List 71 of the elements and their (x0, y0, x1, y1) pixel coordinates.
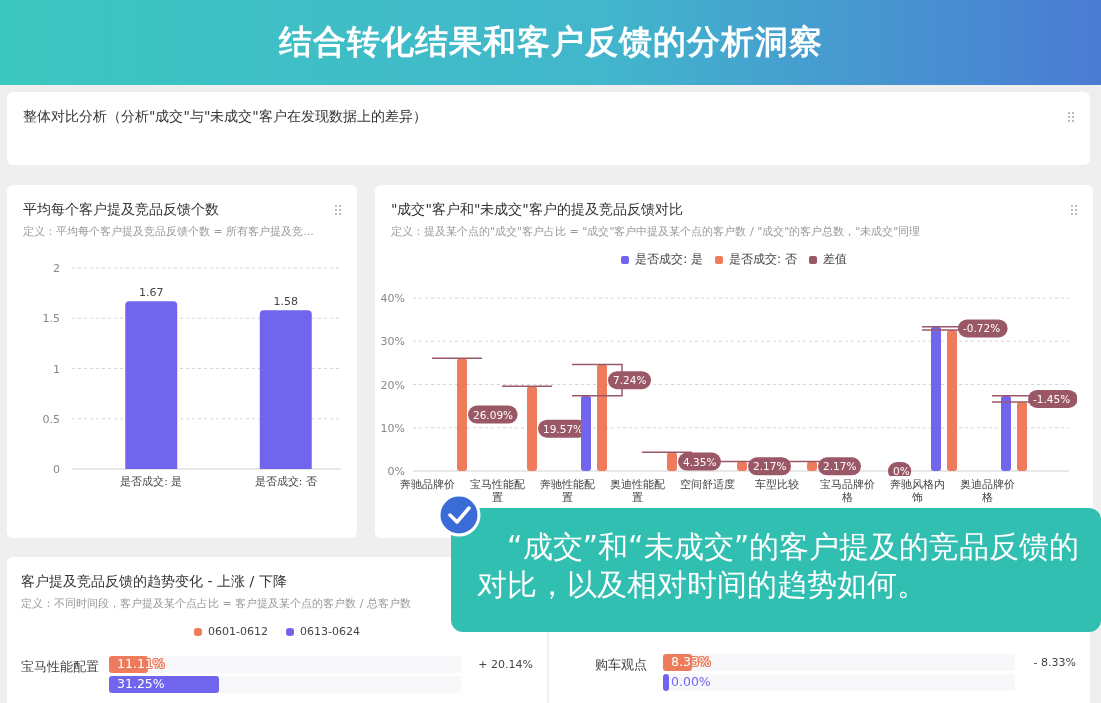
x-axis-label: 奔驰性能配置 (539, 478, 595, 505)
legend-swatch (808, 255, 817, 264)
bar (667, 452, 677, 471)
legend-swatch (715, 255, 723, 264)
drag-handle-icon[interactable] (1071, 205, 1077, 215)
bar-value-label: 1.58 (273, 295, 298, 309)
x-axis-label: 宝马性能配置 (469, 478, 525, 505)
x-axis-label: 车型比较 (755, 478, 799, 491)
difference-label: 26.09% (468, 405, 518, 424)
page-title: 结合转化结果和客户反馈的分析洞察 (278, 21, 823, 63)
difference-bracket (501, 385, 553, 388)
legend-label: 是否成交: 否 (729, 251, 797, 268)
bar (807, 461, 817, 471)
difference-label: -1.45% (1028, 389, 1077, 408)
bar (1017, 402, 1027, 471)
y-axis-label: 2 (53, 262, 60, 275)
legend-swatch (621, 255, 630, 264)
card-title: 整体对比分析（分析"成交"与"未成交"客户在发现数据上的差异） (23, 108, 427, 126)
annotation: 2.17% (823, 460, 857, 473)
drag-handle-icon[interactable] (335, 205, 341, 215)
y-axis-label: 40% (380, 292, 405, 305)
x-axis-label: 空间舒适度 (679, 478, 735, 491)
definition-text: 定义：提及某个点的"成交"客户占比 = "成交"客户中提及某个点的客户数 / "成交"的客户总数，"未成交"同理 (391, 224, 922, 239)
bar (737, 461, 747, 471)
change-value: - 8.33% (1033, 656, 1076, 669)
annotation: 4.35% (683, 455, 717, 468)
card-title: 平均每个客户提及竞品反馈个数 (23, 201, 219, 219)
difference-label: 2.17% (818, 457, 861, 476)
bar-value-label: 1.67 (139, 286, 164, 300)
change-value: + 20.14% (478, 658, 533, 671)
difference-label: -0.72% (958, 319, 1008, 338)
card-title: 客户提及竞品反馈的趋势变化 - 上涨 / 下降 (21, 573, 287, 591)
y-axis-label: 1 (53, 362, 60, 376)
x-axis-label: 宝马品牌价格 (819, 478, 875, 505)
y-axis-label: 0 (53, 463, 60, 476)
y-axis-label: 0.5 (42, 412, 60, 426)
difference-label: 0% (888, 462, 912, 476)
difference-label: 2.17% (748, 457, 791, 476)
x-axis-label: 是否成交: 否 (254, 475, 317, 488)
bar-value-label: 0.00% (671, 674, 711, 689)
y-axis-label: 30% (380, 335, 405, 349)
annotation: 2.17% (753, 460, 787, 473)
x-axis-label: 奔驰风格内饰 (889, 478, 945, 505)
card-title: "成交"客户和"未成交"客户的提及竞品反馈对比 (391, 201, 683, 219)
legend-label: 0601-0612 (208, 625, 268, 638)
x-axis-label: 是否成交: 是 (120, 475, 183, 488)
annotation: 19.57% (543, 422, 584, 435)
y-axis-label: 1.5 (42, 312, 60, 326)
y-axis-label: 10% (380, 421, 405, 435)
row-label: 宝马性能配置 (21, 658, 100, 676)
annotation: 0% (893, 465, 910, 477)
legend-label: 0613-0624 (300, 625, 360, 638)
annotation: 7.24% (613, 374, 647, 387)
y-axis-label: 0% (387, 465, 405, 476)
annotation: -1.45% (1033, 392, 1071, 405)
difference-label: 4.35% (678, 452, 721, 471)
x-axis-label: 奥迪性能配置 (609, 478, 665, 505)
y-axis-label: 20% (380, 378, 405, 392)
callout-text: “成交”和“未成交”的客户提及的竞品反馈的对比，以及相对时间的趋势如何。 (477, 528, 1081, 604)
drag-handle-icon[interactable] (1068, 112, 1074, 122)
legend-label: 差值 (822, 251, 847, 268)
row-label: 购车观点 (594, 656, 648, 674)
bar-value-label: 31.25% (117, 676, 165, 691)
annotation: -0.72% (963, 322, 1001, 335)
legend-label: 是否成交: 是 (635, 251, 703, 268)
x-axis-label: 奥迪品牌价格 (959, 478, 1015, 505)
x-axis-label: 奔驰品牌价 (399, 478, 455, 491)
definition-text: 定义：平均每个客户提及竞品反馈个数 = 所有客户提及竞... (23, 224, 315, 239)
difference-label: 7.24% (608, 371, 651, 390)
definition-text: 定义：不同时间段，客户提及某个点占比 = 客户提及某个点的客户数 / 总客户数 (21, 596, 412, 611)
annotation: 26.09% (473, 408, 514, 421)
